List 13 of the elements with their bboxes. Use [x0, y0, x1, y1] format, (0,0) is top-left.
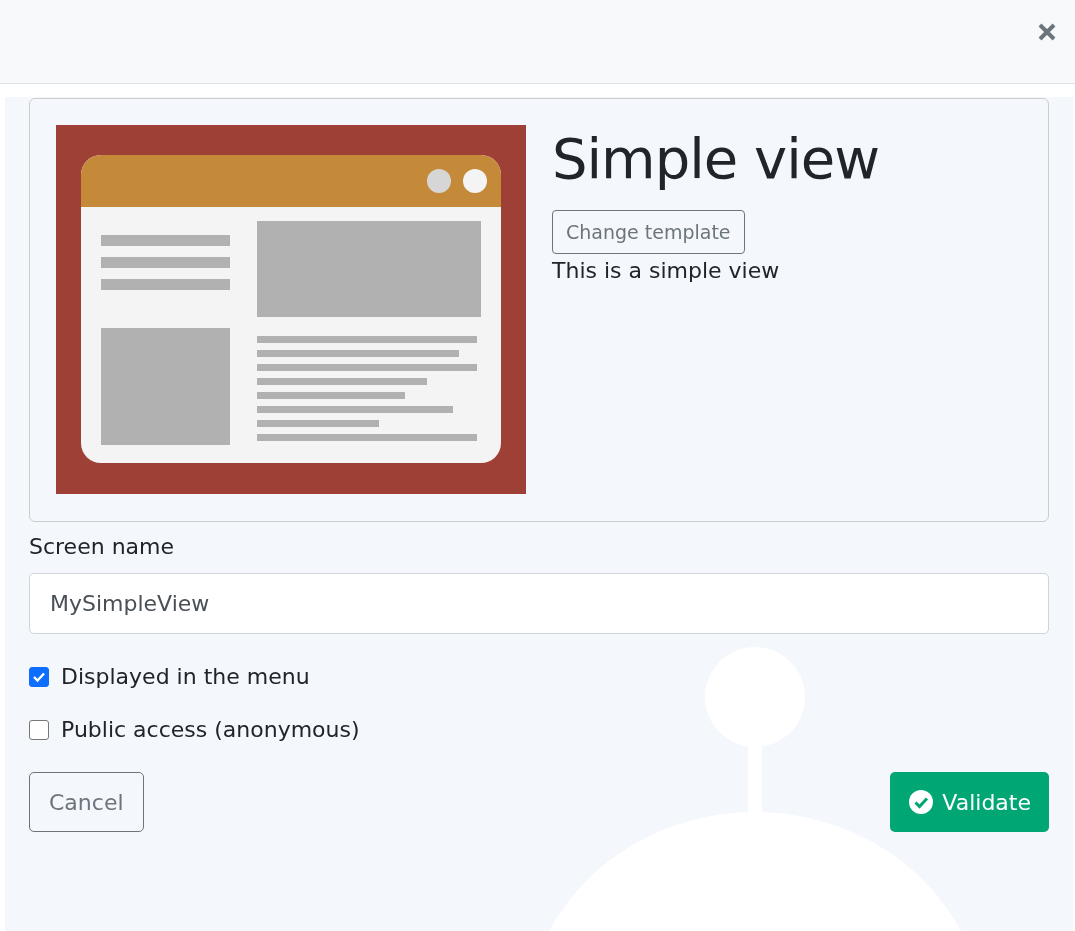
template-title: Simple view	[552, 125, 879, 193]
checkbox[interactable]	[29, 666, 49, 687]
field-label: Screen name	[29, 534, 175, 559]
checkbox-label: Public access (anonymous)	[61, 717, 360, 742]
check-circle-icon	[908, 789, 935, 815]
template-description: This is a simple view	[552, 258, 780, 283]
checkbox[interactable]	[29, 719, 49, 740]
checkbox-label: Displayed in the menu	[61, 664, 310, 689]
change-template-button[interactable]: Change template	[552, 210, 745, 254]
cancel-button[interactable]: Cancel	[29, 772, 144, 832]
close-icon[interactable]	[1037, 22, 1057, 42]
screen-name-field[interactable]: MySimpleView	[29, 573, 1049, 634]
validate-button[interactable]: Validate	[890, 772, 1049, 832]
